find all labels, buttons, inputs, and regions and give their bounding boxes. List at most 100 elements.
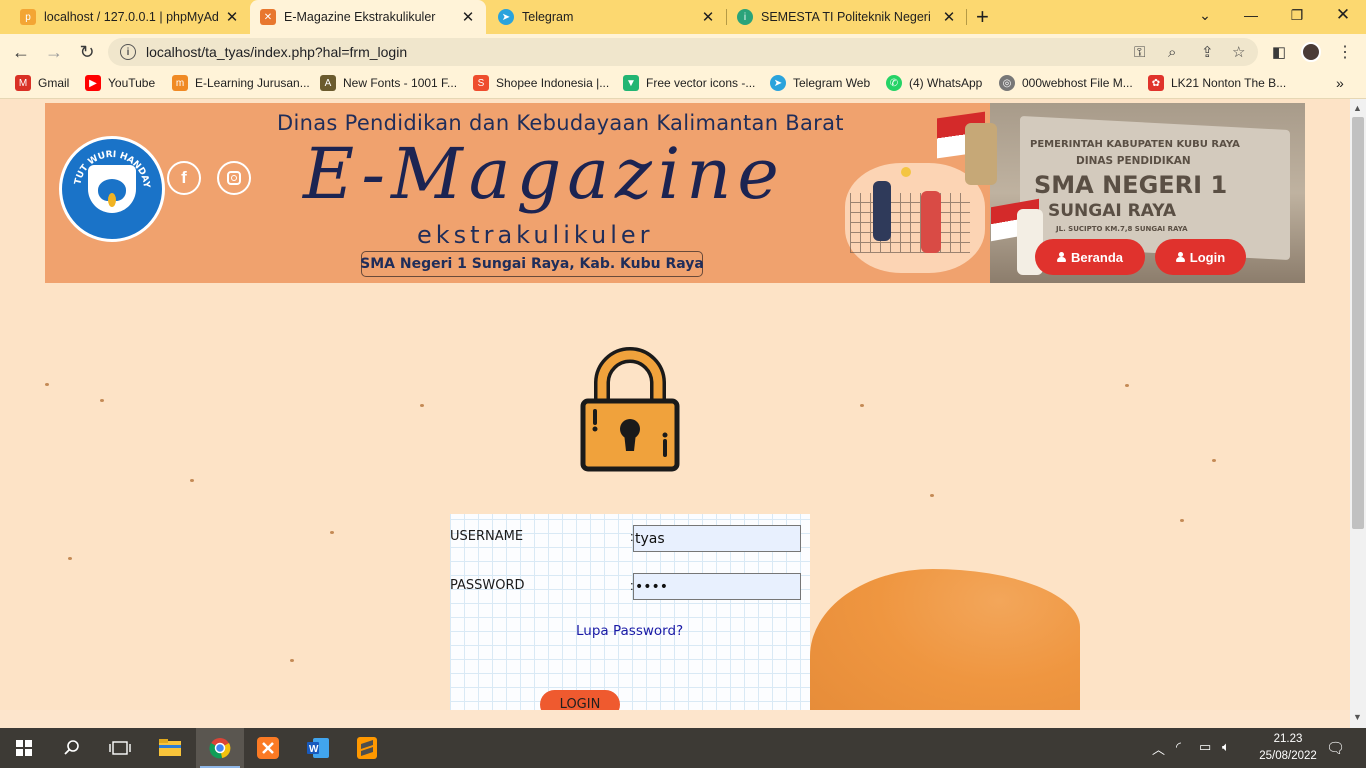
chrome-icon[interactable] <box>196 728 244 768</box>
wall-line: SMA NEGERI 1 <box>1034 171 1228 199</box>
forgot-password-link[interactable]: Lupa Password? <box>576 623 683 639</box>
username-input[interactable]: tyas <box>633 525 801 552</box>
logo-text: TUT WURI HANDAYANI <box>62 139 151 189</box>
shopee-icon: S <box>473 75 489 91</box>
instagram-icon[interactable] <box>217 161 251 195</box>
profile-avatar[interactable] <box>1300 41 1322 63</box>
elearning-icon: m <box>172 75 188 91</box>
close-tab-icon[interactable]: ✕ <box>460 8 476 26</box>
network-icon[interactable]: ◜ <box>1176 739 1181 755</box>
bookmark-telegram[interactable]: ➤ Telegram Web <box>770 75 870 91</box>
word-icon[interactable]: W <box>294 728 342 768</box>
tab-telegram[interactable]: ➤ Telegram ✕ <box>486 0 726 34</box>
menu-icon[interactable]: ⋮ <box>1334 41 1356 63</box>
xampp-icon[interactable] <box>244 728 292 768</box>
bookmark-label: (4) WhatsApp <box>909 76 983 90</box>
banner-school: SMA Negeri 1 Sungai Raya, Kab. Kubu Raya <box>360 251 704 277</box>
tab-title: E-Magazine Ekstrakulikuler <box>284 10 436 24</box>
tab-semesta[interactable]: i SEMESTA TI Politeknik Negeri Pon ✕ <box>727 0 967 34</box>
login-submit-button[interactable]: LOGIN <box>540 690 620 710</box>
username-label: USERNAME <box>450 529 524 544</box>
bookmarks-bar: M Gmail ▶ YouTube m E-Learning Jurusan... A… <box>0 70 1366 99</box>
reload-icon[interactable]: ↻ <box>76 41 98 63</box>
bookmark-label: E-Learning Jurusan... <box>195 76 310 90</box>
page-scrollbar[interactable]: ▲ ▼ <box>1350 99 1366 728</box>
file-explorer-icon[interactable] <box>146 728 194 768</box>
banner-subtitle: ekstrakulikuler <box>417 221 654 249</box>
youtube-icon: ▶ <box>85 75 101 91</box>
page-content: TUT WURI HANDAYANI f Dinas Pendidikan da… <box>0 99 1350 710</box>
nav-beranda-button[interactable]: Beranda <box>1035 239 1145 275</box>
scrollbar-thumb[interactable] <box>1352 117 1364 529</box>
show-hidden-icons[interactable]: ︿ <box>1152 739 1165 758</box>
padlock-icon <box>580 347 680 472</box>
bookmark-gmail[interactable]: M Gmail <box>15 75 69 91</box>
zoom-icon[interactable]: ⌕ <box>1168 38 1176 66</box>
page-bottom-strip <box>0 710 1350 728</box>
nav-login-label: Login <box>1189 249 1226 265</box>
password-label: PASSWORD <box>450 578 525 593</box>
fonts-icon: A <box>320 75 336 91</box>
task-view-icon[interactable] <box>96 728 144 768</box>
minimize-icon[interactable]: — <box>1228 0 1274 30</box>
side-panel-icon[interactable]: ◧ <box>1268 41 1290 63</box>
bookmark-label: New Fonts - 1001 F... <box>343 76 458 90</box>
bookmark-label: Shopee Indonesia |... <box>496 76 610 90</box>
start-icon[interactable] <box>0 728 48 768</box>
bookmark-elearning[interactable]: m E-Learning Jurusan... <box>172 75 310 91</box>
bookmark-shopee[interactable]: S Shopee Indonesia |... <box>473 75 609 91</box>
scroll-up-icon[interactable]: ▲ <box>1353 103 1362 113</box>
lk21-icon: ✿ <box>1148 75 1164 91</box>
decorative-wave <box>810 569 1080 710</box>
site-info-icon[interactable]: i <box>120 44 136 60</box>
restore-icon[interactable]: ❐ <box>1274 0 1320 30</box>
login-form: USERNAME : tyas PASSWORD : •••• Lupa Pas… <box>450 514 810 710</box>
banner-agency: Dinas Pendidikan dan Kebudayaan Kalimant… <box>277 111 844 135</box>
address-bar[interactable]: i localhost/ta_tyas/index.php?hal=frm_lo… <box>108 38 1258 66</box>
tab-search-icon[interactable]: ⌄ <box>1182 0 1228 30</box>
tab-strip: p localhost / 127.0.0.1 | phpMyAdm ✕ ✕ E… <box>0 0 1366 34</box>
close-tab-icon[interactable]: ✕ <box>224 8 240 26</box>
share-icon[interactable]: ⇪ <box>1201 38 1214 66</box>
system-clock[interactable]: 21.23 25/08/2022 <box>1255 731 1321 765</box>
bookmark-lk21[interactable]: ✿ LK21 Nonton The B... <box>1148 75 1286 91</box>
user-icon <box>1056 252 1066 262</box>
bookmark-vector-icons[interactable]: ▼ Free vector icons -... <box>623 75 755 91</box>
svg-text:W: W <box>309 744 319 755</box>
bookmark-youtube[interactable]: ▶ YouTube <box>85 75 155 91</box>
bookmark-fonts[interactable]: A New Fonts - 1001 F... <box>320 75 457 91</box>
back-icon[interactable]: ← <box>10 41 32 63</box>
bookmark-000webhost[interactable]: ◎ 000webhost File M... <box>999 75 1133 91</box>
address-text: localhost/ta_tyas/index.php?hal=frm_logi… <box>146 44 408 60</box>
facebook-icon[interactable]: f <box>167 161 201 195</box>
webhost-icon: ◎ <box>999 75 1015 91</box>
banner-title: E-Magazine <box>303 133 785 215</box>
scroll-down-icon[interactable]: ▼ <box>1353 712 1362 722</box>
bookmark-label: LK21 Nonton The B... <box>1171 76 1287 90</box>
new-tab-button[interactable]: + <box>976 4 989 30</box>
tab-phpmyadmin[interactable]: p localhost / 127.0.0.1 | phpMyAdm ✕ <box>0 0 250 34</box>
sublime-icon[interactable] <box>343 728 391 768</box>
wall-line: JL. SUCIPTO KM.7,8 SUNGAI RAYA <box>1056 225 1188 233</box>
xampp-icon: ✕ <box>260 9 276 25</box>
password-input[interactable]: •••• <box>633 573 801 600</box>
scout-figure <box>965 123 997 185</box>
nav-login-button[interactable]: Login <box>1155 239 1246 275</box>
tab-title: SEMESTA TI Politeknik Negeri Pon <box>761 10 935 24</box>
battery-icon[interactable]: ▭ <box>1199 739 1211 755</box>
forward-icon[interactable]: → <box>43 41 65 63</box>
search-icon[interactable] <box>48 728 96 768</box>
bookmark-whatsapp[interactable]: ✆ (4) WhatsApp <box>886 75 982 91</box>
close-tab-icon[interactable]: ✕ <box>700 8 716 26</box>
tab-e-magazine[interactable]: ✕ E-Magazine Ekstrakulikuler ✕ <box>250 0 486 34</box>
more-bookmarks-button[interactable]: » <box>1336 75 1344 91</box>
close-window-icon[interactable]: ✕ <box>1320 0 1366 30</box>
notification-icon[interactable]: 🗨︎ <box>1326 739 1345 757</box>
volume-icon[interactable]: 🔈︎ <box>1222 739 1230 755</box>
key-icon[interactable]: ⚿ <box>1134 38 1145 66</box>
telegram-icon: ➤ <box>498 9 514 25</box>
wall-line: PEMERINTAH KABUPATEN KUBU RAYA <box>1030 139 1240 150</box>
bookmark-star-icon[interactable]: ☆ <box>1232 38 1245 66</box>
close-tab-icon[interactable]: ✕ <box>941 8 957 26</box>
volleyball-player <box>873 181 891 241</box>
